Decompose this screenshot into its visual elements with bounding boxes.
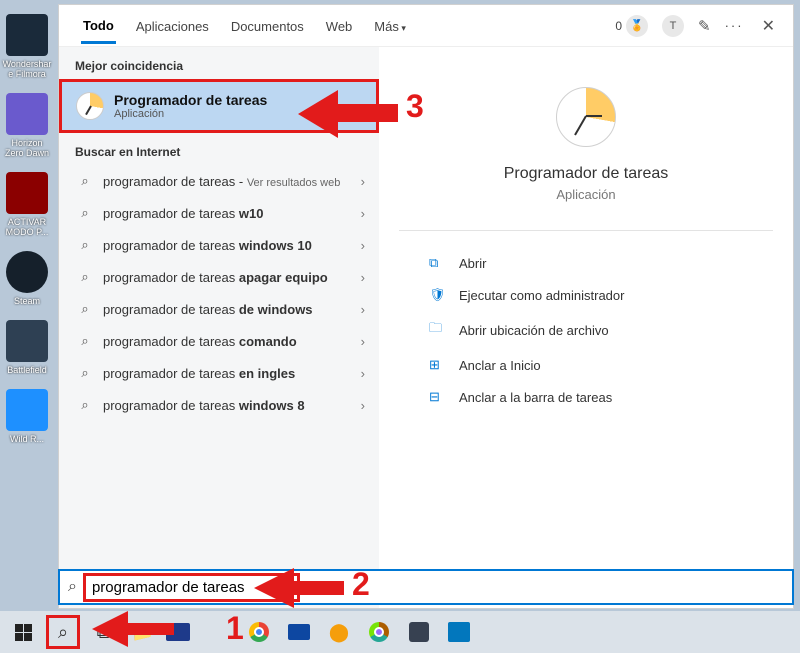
annotation-number-2: 2	[352, 566, 370, 603]
desktop-icons: Wondershare Filmora Horizon Zero Dawn AC…	[0, 10, 60, 458]
preview-actions: ⧉Abrir 🛡Ejecutar como administrador 🗀Abr…	[429, 247, 773, 413]
taskbar-search-icon[interactable]: ⌕	[46, 615, 80, 649]
search-icon: ⌕	[77, 173, 93, 189]
search-icon: ⌕	[77, 397, 93, 413]
chevron-right-icon: ›	[361, 302, 365, 317]
admin-icon: 🛡	[429, 287, 447, 303]
chevron-right-icon: ›	[361, 366, 365, 381]
action-pin-start[interactable]: ⊞Anclar a Inicio	[429, 349, 773, 381]
taskbar-app[interactable]	[166, 623, 190, 641]
search-icon: ⌕	[68, 578, 77, 596]
desktop-icon[interactable]: Steam	[2, 251, 52, 306]
search-panel: Todo Aplicaciones Documentos Web Más 0🏅 …	[58, 4, 794, 609]
chevron-right-icon: ›	[361, 238, 365, 253]
tab-more[interactable]: Más	[372, 9, 408, 42]
tab-all[interactable]: Todo	[81, 8, 116, 44]
action-pin-taskbar[interactable]: ⊟Anclar a la barra de tareas	[429, 381, 773, 413]
web-result[interactable]: ⌕ programador de tareas - Ver resultados…	[59, 165, 379, 197]
best-match-item[interactable]: Programador de tareas Aplicación	[59, 79, 379, 133]
feedback-icon[interactable]: ✎	[698, 17, 711, 35]
chevron-right-icon: ›	[361, 398, 365, 413]
task-scheduler-icon	[556, 87, 616, 147]
action-open-location[interactable]: 🗀Abrir ubicación de archivo	[429, 311, 773, 349]
annotation-box-2	[83, 573, 300, 602]
start-button[interactable]	[6, 615, 40, 649]
desktop-icon[interactable]: Wild R...	[2, 389, 52, 444]
pin-taskbar-icon: ⊟	[429, 389, 447, 405]
web-result[interactable]: ⌕ programador de tareas windows 8 ›	[59, 389, 379, 421]
medal-icon: 🏅	[626, 15, 648, 37]
search-topbar: Todo Aplicaciones Documentos Web Más 0🏅 …	[59, 5, 793, 47]
action-run-as-admin[interactable]: 🛡Ejecutar como administrador	[429, 279, 773, 311]
folder-icon: 🗀	[429, 319, 447, 341]
web-result[interactable]: ⌕ programador de tareas w10 ›	[59, 197, 379, 229]
search-icon: ⌕	[77, 301, 93, 317]
avatar[interactable]: T	[662, 15, 684, 37]
open-icon: ⧉	[429, 255, 447, 271]
tab-row: Todo Aplicaciones Documentos Web Más	[67, 8, 615, 44]
desktop-icon[interactable]: Wondershare Filmora	[2, 14, 52, 79]
task-scheduler-icon	[76, 92, 104, 120]
chevron-right-icon: ›	[361, 174, 365, 189]
web-result[interactable]: ⌕ programador de tareas apagar equipo ›	[59, 261, 379, 293]
taskbar-app[interactable]: ⬤	[322, 615, 356, 649]
taskbar-app[interactable]: 📁	[126, 615, 160, 649]
preview-title: Programador de tareas	[399, 165, 773, 183]
task-view-icon[interactable]: ⧉	[86, 615, 120, 649]
search-icon: ⌕	[77, 205, 93, 221]
taskbar-app[interactable]	[442, 615, 476, 649]
taskbar-chrome[interactable]	[242, 615, 276, 649]
annotation-number-3: 3	[406, 88, 424, 125]
chevron-right-icon: ›	[361, 334, 365, 349]
web-result[interactable]: ⌕ programador de tareas en ingles ›	[59, 357, 379, 389]
search-icon: ⌕	[77, 365, 93, 381]
taskbar-virtualbox[interactable]	[402, 615, 436, 649]
tab-web[interactable]: Web	[324, 9, 355, 42]
best-match-subtitle: Aplicación	[114, 108, 267, 120]
chevron-right-icon: ›	[361, 206, 365, 221]
section-web: Buscar en Internet	[59, 133, 379, 165]
top-right: 0🏅 T ✎ ··· ✕	[615, 15, 785, 37]
web-result[interactable]: ⌕ programador de tareas comando ›	[59, 325, 379, 357]
results-column: Mejor coincidencia Programador de tareas…	[59, 47, 379, 608]
search-icon: ⌕	[77, 237, 93, 253]
tab-apps[interactable]: Aplicaciones	[134, 9, 211, 42]
close-icon[interactable]: ✕	[758, 16, 779, 36]
tab-docs[interactable]: Documentos	[229, 9, 306, 42]
more-icon[interactable]: ···	[725, 18, 744, 33]
desktop-icon[interactable]: ACTIVAR MODO P...	[2, 172, 52, 237]
action-open[interactable]: ⧉Abrir	[429, 247, 773, 279]
taskbar-app[interactable]	[282, 615, 316, 649]
search-box[interactable]: ⌕	[58, 569, 794, 605]
rewards-badge[interactable]: 0🏅	[615, 15, 648, 37]
annotation-number-1: 1	[226, 610, 244, 647]
taskbar-app[interactable]	[362, 615, 396, 649]
pin-start-icon: ⊞	[429, 357, 447, 373]
desktop-icon[interactable]: Horizon Zero Dawn	[2, 93, 52, 158]
section-best-match: Mejor coincidencia	[59, 47, 379, 79]
desktop-icon[interactable]: Battlefield	[2, 320, 52, 375]
taskbar: ⌕ ⧉ 📁 ⬤	[0, 611, 800, 653]
search-icon: ⌕	[77, 269, 93, 285]
chevron-right-icon: ›	[361, 270, 365, 285]
web-result[interactable]: ⌕ programador de tareas windows 10 ›	[59, 229, 379, 261]
preview-pane: Programador de tareas Aplicación ⧉Abrir …	[379, 47, 793, 608]
web-result[interactable]: ⌕ programador de tareas de windows ›	[59, 293, 379, 325]
search-input[interactable]	[90, 577, 293, 598]
search-icon: ⌕	[77, 333, 93, 349]
preview-subtitle: Aplicación	[399, 187, 773, 202]
best-match-title: Programador de tareas	[114, 92, 267, 108]
